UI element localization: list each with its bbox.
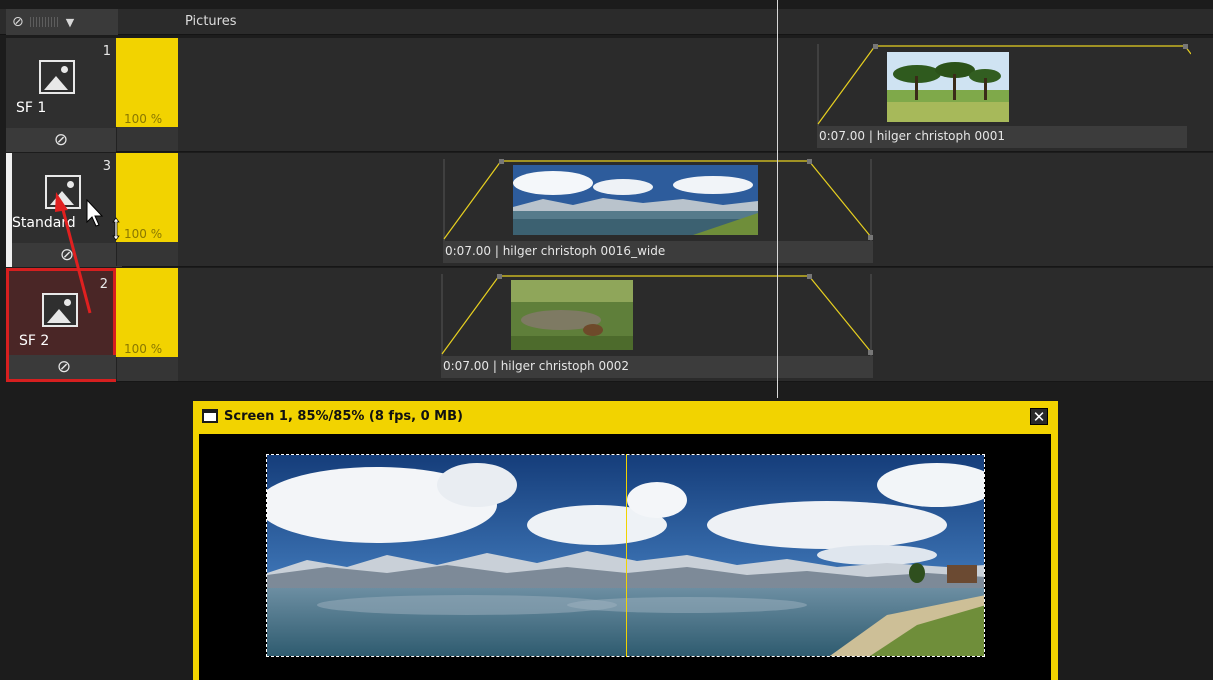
timeline-app: ⊘ ▼ Pictures 1 SF 1 ⊘ 100 % 0:07.00 | hi… <box>0 0 1213 680</box>
clip-caption: 0:07.00 | hilger christoph 0016_wide <box>443 241 873 263</box>
track-label: SF 1 <box>16 100 47 116</box>
clip[interactable]: 0:07.00 | hilger christoph 0002 <box>441 274 873 378</box>
timeline-header: ⊘ ▼ Pictures <box>0 9 1213 35</box>
fade-envelope[interactable] <box>441 274 873 358</box>
grip-icon[interactable] <box>29 17 60 27</box>
clip[interactable]: 0:07.00 | hilger christoph 0001 <box>817 44 1191 148</box>
volume-bar[interactable]: 100 % <box>116 268 178 358</box>
preview-titlebar[interactable]: Screen 1, 85%/85% (8 fps, 0 MB) ✕ <box>196 404 1055 428</box>
playhead[interactable] <box>777 0 778 398</box>
track-row: 2 SF 2 ⊘ 100 % 0:07.00 | hilger christop… <box>6 268 1213 382</box>
clip-thumbnail <box>511 280 633 350</box>
volume-footer <box>116 357 178 381</box>
no-icon: ⊘ <box>56 357 72 377</box>
track-number: 2 <box>99 277 108 292</box>
clip-thumbnail <box>513 165 758 235</box>
no-icon: ⊘ <box>59 245 75 265</box>
picture-icon <box>42 293 78 327</box>
track-header[interactable]: 2 SF 2 ⊘ <box>6 268 119 382</box>
volume-bar[interactable]: 100 % <box>116 153 178 243</box>
track-row: 3 Standard ⊘ 100 % 0:07.00 | hilger chri… <box>6 153 1213 267</box>
volume-value: 100 % <box>124 342 163 356</box>
volume-bar[interactable]: 100 % <box>116 38 178 128</box>
mute-button[interactable]: ⊘ <box>12 243 122 267</box>
volume-footer <box>116 127 178 151</box>
preview-title: Screen 1, 85%/85% (8 fps, 0 MB) <box>224 408 463 424</box>
dropdown-icon[interactable]: ▼ <box>66 17 74 28</box>
clip[interactable]: 0:07.00 | hilger christoph 0016_wide <box>443 159 873 263</box>
window-icon <box>202 409 218 423</box>
picture-icon <box>45 175 81 209</box>
preview-canvas[interactable] <box>199 434 1051 680</box>
clip-caption: 0:07.00 | hilger christoph 0001 <box>817 126 1187 148</box>
clip-thumbnail <box>887 52 1009 122</box>
no-icon: ⊘ <box>53 130 69 150</box>
track-number: 3 <box>102 159 111 174</box>
clip-caption: 0:07.00 | hilger christoph 0002 <box>441 356 873 378</box>
track-header[interactable]: 3 Standard ⊘ <box>6 153 122 267</box>
mute-button[interactable]: ⊘ <box>6 128 116 152</box>
track-header[interactable]: 1 SF 1 ⊘ <box>6 38 116 152</box>
volume-value: 100 % <box>124 227 163 241</box>
volume-value: 100 % <box>124 112 163 126</box>
timeline-title: Pictures <box>185 14 237 29</box>
mute-button[interactable]: ⊘ <box>9 355 119 379</box>
track-row: 1 SF 1 ⊘ 100 % 0:07.00 | hilger christop… <box>6 38 1213 152</box>
preview-window: Screen 1, 85%/85% (8 fps, 0 MB) ✕ <box>193 401 1058 680</box>
track-label: Standard <box>12 215 76 231</box>
header-controls: ⊘ ▼ <box>6 9 118 35</box>
close-button[interactable]: ✕ <box>1030 407 1048 426</box>
preview-guide-line[interactable] <box>626 454 627 657</box>
no-icon[interactable]: ⊘ <box>12 15 24 29</box>
volume-footer <box>116 242 178 266</box>
track-number: 1 <box>102 44 111 59</box>
picture-icon <box>39 60 75 94</box>
close-icon: ✕ <box>1032 407 1046 426</box>
track-label: SF 2 <box>19 333 50 349</box>
